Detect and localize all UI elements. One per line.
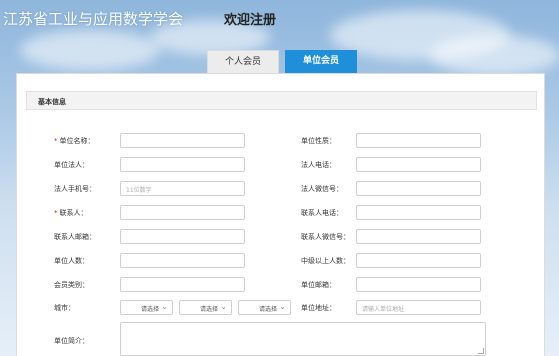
label-contact-wechat: 联系人微信号： — [301, 233, 350, 241]
tab-organization-member[interactable]: 单位会员 — [285, 50, 357, 73]
mobile-placeholder: 11位数字 — [126, 187, 152, 194]
section-title: 基本信息 — [38, 98, 66, 106]
label-senior-staff-count: 中级以上人数： — [301, 257, 350, 265]
staff-count-input[interactable] — [120, 253, 245, 268]
label-legal-rep-phone: 法人电话： — [301, 161, 336, 169]
registration-form-panel: 基本信息 * 单位名称： 单位法人： 法人手机号： 11位数字 * 联系人： 联系人… — [16, 73, 545, 356]
tab-individual-member[interactable]: 个人会员 — [207, 50, 279, 73]
org-intro-textarea[interactable] — [120, 322, 486, 356]
district-select[interactable]: 请选择 ⌄ — [238, 300, 291, 315]
province-select[interactable]: 请选择 ⌄ — [120, 300, 173, 315]
page-subtitle: 欢迎注册 — [224, 13, 277, 28]
member-category-input[interactable] — [120, 277, 245, 292]
label-org-address: 单位地址： — [301, 304, 336, 312]
senior-staff-count-input[interactable] — [356, 253, 481, 268]
label-org-email: 单位邮箱： — [301, 281, 336, 289]
section-header: 基本信息 — [26, 91, 537, 110]
label-legal-rep-mobile: 法人手机号： — [54, 185, 96, 193]
label-contact-phone: 联系人电话： — [301, 209, 343, 217]
chevron-down-icon: ⌄ — [161, 302, 168, 311]
label-legal-rep-wechat: 法人微信号： — [301, 185, 343, 193]
label-legal-rep: 单位法人： — [54, 161, 89, 169]
label-org-nature: 单位性质： — [301, 137, 336, 145]
required-marker: * — [54, 209, 58, 217]
org-nature-input[interactable] — [356, 133, 481, 148]
required-marker: * — [54, 137, 58, 145]
member-type-tabs: 个人会员 单位会员 — [207, 50, 357, 73]
address-placeholder: 请输入单位地址 — [362, 306, 405, 313]
label-org-intro: 单位简介： — [54, 337, 89, 345]
contact-email-input[interactable] — [120, 229, 245, 244]
contact-phone-input[interactable] — [356, 205, 481, 220]
label-contact-email: 联系人邮箱： — [54, 233, 96, 241]
contact-input[interactable] — [120, 205, 245, 220]
legal-rep-input[interactable] — [120, 157, 245, 172]
label-member-category: 会员类别： — [54, 281, 89, 289]
legal-rep-mobile-input[interactable]: 11位数字 — [120, 181, 245, 196]
org-email-input[interactable] — [356, 277, 481, 292]
org-address-input[interactable]: 请输入单位地址 — [356, 300, 481, 315]
legal-rep-wechat-input[interactable] — [356, 181, 481, 196]
site-title: 江苏省工业与应用数学学会 — [3, 10, 184, 28]
org-name-input[interactable] — [120, 133, 245, 148]
chevron-down-icon: ⌄ — [279, 302, 286, 311]
city-select[interactable]: 请选择 ⌄ — [179, 300, 232, 315]
contact-wechat-input[interactable] — [356, 229, 481, 244]
legal-rep-phone-input[interactable] — [356, 157, 481, 172]
chevron-down-icon: ⌄ — [220, 302, 227, 311]
label-org-name: * 单位名称： — [54, 137, 95, 145]
label-staff-count: 单位人数： — [54, 257, 89, 265]
label-contact: * 联系人： — [54, 209, 88, 217]
label-city: 城市： — [54, 304, 75, 312]
resize-handle-icon[interactable] — [478, 348, 484, 354]
